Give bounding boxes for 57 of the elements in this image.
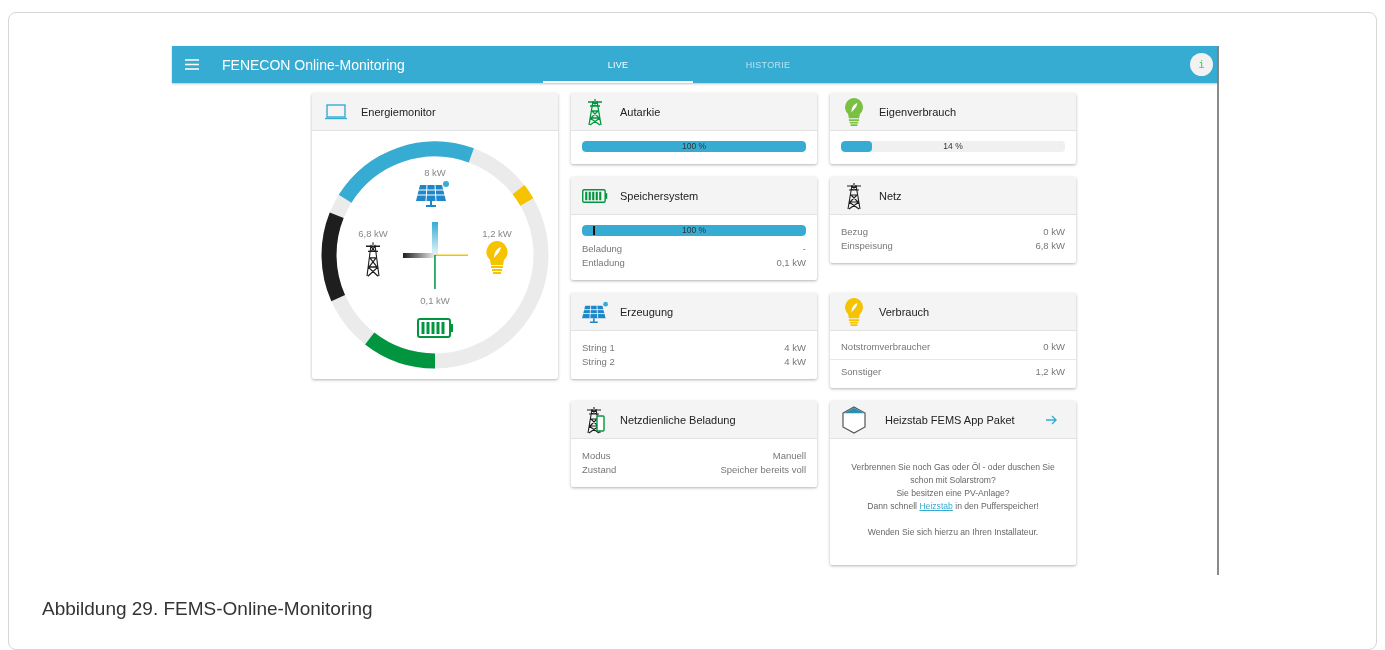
figure-caption: Abbildung 29. FEMS-Online-Monitoring	[42, 598, 374, 620]
menu-icon[interactable]	[185, 59, 199, 70]
card-title: Netzdienliche Beladung	[620, 413, 736, 426]
row-label: Sonstiger	[841, 365, 882, 379]
card-title: Autarkie	[620, 105, 661, 118]
promo-text: Dann schnell Heizstab in den Pufferspeicher!	[866, 500, 1040, 513]
card-title: Eigenverbrauch	[879, 105, 957, 118]
progress-value: 14 %	[943, 141, 963, 152]
production-value: 8 kW	[424, 167, 446, 178]
row-value: 4 kW	[784, 355, 806, 369]
nav-tab[interactable]: LIVE	[543, 46, 693, 83]
card-title: Erzeugung	[620, 305, 674, 318]
row-value: 0,1 kW	[776, 256, 806, 270]
promo-text: Verbrennen Sie noch Gas oder Öl - oder duschen Sie schon mit Solarstrom?	[850, 461, 1056, 487]
solar-panel-icon	[416, 181, 449, 207]
storage-value: 0,1 kW	[420, 295, 450, 306]
grid-value: 6,8 kW	[358, 228, 388, 239]
battery-icon	[582, 188, 608, 203]
row-value: 6,8 kW	[1035, 239, 1065, 253]
hexagon-icon	[841, 405, 867, 434]
battery-icon	[417, 318, 453, 338]
row-value: 1,2 kW	[1035, 365, 1065, 379]
consumption-value: 1,2 kW	[482, 228, 512, 239]
promo-text: Sie besitzen eine PV-Anlage?	[895, 487, 1011, 500]
row-label: Notstromverbraucher	[841, 340, 931, 354]
app-title: FENECON Online-Monitoring	[222, 56, 406, 73]
light-bulb-icon	[486, 241, 508, 274]
power-pylon-icon	[365, 241, 381, 277]
row-label: Modus	[582, 449, 611, 463]
row-label: Zustand	[582, 463, 617, 477]
card-title: Heizstab FEMS App Paket	[885, 413, 1015, 426]
solar-panel-icon	[582, 300, 608, 323]
row-value: 4 kW	[784, 341, 806, 355]
heizstab-link[interactable]: Heizstab	[919, 501, 953, 511]
row-value: 0 kW	[1043, 225, 1065, 239]
card-title: Speichersystem	[620, 189, 699, 202]
row-label: Bezug	[841, 225, 868, 239]
row-value: -	[802, 242, 806, 256]
progress-value: 100 %	[681, 141, 707, 152]
row-label: Beladung	[582, 242, 623, 256]
row-label: Entladung	[582, 256, 625, 270]
progress-value: 100 %	[681, 225, 707, 236]
row-label: String 2	[582, 355, 615, 369]
arrow-right-icon[interactable]	[1046, 414, 1057, 425]
card-title: Netz	[879, 189, 902, 202]
row-label: String 1	[582, 341, 615, 355]
nav-tab[interactable]: HISTORIE	[693, 46, 843, 83]
laptop-icon	[323, 103, 349, 120]
row-value: Speicher bereits voll	[720, 463, 806, 477]
promo-text: Wenden Sie sich hierzu an Ihren Installateur.	[866, 526, 1040, 539]
row-value: Manuell	[772, 449, 806, 463]
card-title: Verbrauch	[879, 305, 930, 318]
energy-flow-drawing	[403, 222, 468, 289]
row-value: 0 kW	[1043, 340, 1065, 354]
info-button[interactable]: i	[1190, 53, 1213, 76]
row-label: Einspeisung	[841, 239, 893, 253]
card-title: Energiemonitor	[361, 105, 436, 118]
